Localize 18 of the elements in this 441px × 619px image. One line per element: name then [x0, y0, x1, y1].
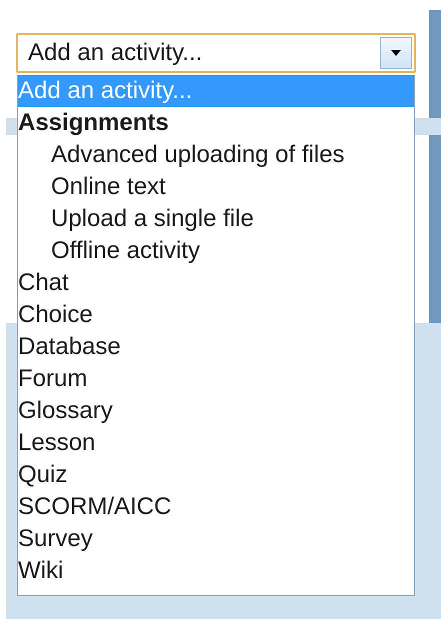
dropdown-option[interactable]: Survey [18, 523, 414, 555]
dropdown-option[interactable]: Online text [18, 171, 414, 203]
option-group-label: Assignments [18, 108, 170, 138]
dropdown-option[interactable]: Quiz [18, 459, 414, 491]
dropdown-option[interactable]: Database [18, 331, 414, 363]
dropdown-option[interactable]: Advanced uploading of files [18, 139, 414, 171]
dropdown-option[interactable]: Lesson [18, 427, 414, 459]
dropdown-option[interactable]: Upload a single file [18, 203, 414, 235]
dropdown-option[interactable]: Wiki [18, 555, 414, 587]
dropdown-option[interactable]: Chat [18, 267, 414, 299]
dropdown-option[interactable]: Choice [18, 299, 414, 331]
activity-select[interactable]: Add an activity... [16, 33, 416, 73]
dropdown-option[interactable]: Glossary [18, 395, 414, 427]
dropdown-option[interactable]: Forum [18, 363, 414, 395]
caret-icon [391, 50, 401, 56]
dropdown-option[interactable]: Offline activity [18, 235, 414, 267]
dropdown-option[interactable]: SCORM/AICC [18, 491, 414, 523]
dropdown-button[interactable] [380, 37, 412, 69]
